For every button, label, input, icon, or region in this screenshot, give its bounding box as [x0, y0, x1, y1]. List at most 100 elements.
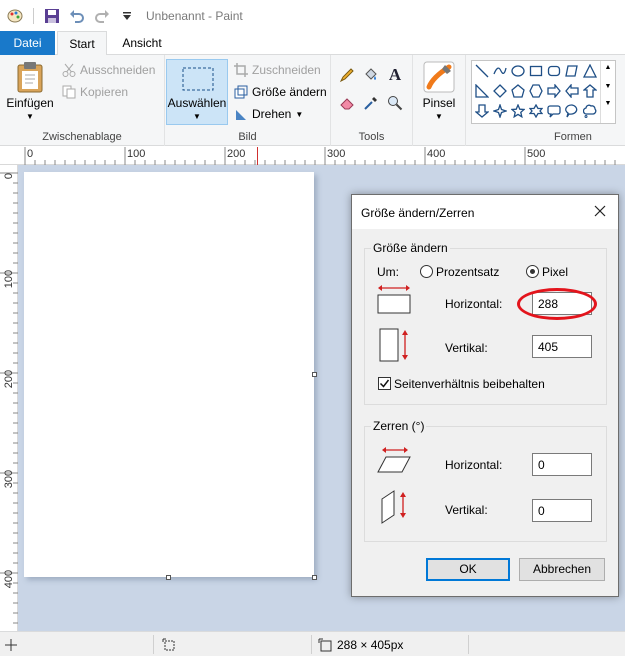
crop-button[interactable]: Zuschneiden	[234, 63, 321, 77]
paint-app-icon[interactable]	[6, 7, 24, 25]
rounded-callout-shape-icon[interactable]	[545, 102, 563, 120]
arrow-right-shape-icon[interactable]	[545, 82, 563, 100]
brush-icon	[423, 61, 455, 93]
rotate-button[interactable]: Drehen ▼	[234, 107, 303, 121]
horizontal-resize-icon	[377, 285, 411, 314]
clipboard-group-label: Zwischenablage	[42, 131, 122, 143]
ruler-vertical-ticks	[0, 172, 18, 624]
quick-access-toolbar	[0, 7, 136, 25]
horizontal-skew-icon	[377, 447, 411, 473]
text-tool-icon[interactable]: A	[385, 65, 405, 85]
arrow-left-shape-icon[interactable]	[563, 82, 581, 100]
select-button[interactable]: Auswählen ▼	[166, 59, 228, 125]
diamond-shape-icon[interactable]	[491, 82, 509, 100]
ruler-label: 0	[3, 172, 15, 180]
tab-datei[interactable]: Datei	[0, 31, 55, 55]
window-title: Unbenannt - Paint	[146, 8, 243, 23]
resize-button[interactable]: Größe ändern	[234, 85, 327, 99]
brushes-label: Pinsel	[422, 96, 456, 110]
line-shape-icon[interactable]	[473, 62, 491, 80]
four-point-star-shape-icon[interactable]	[491, 102, 509, 120]
arrow-up-shape-icon[interactable]	[581, 82, 599, 100]
pentagon-shape-icon[interactable]	[509, 82, 527, 100]
selection-size-icon	[162, 638, 175, 650]
image-size-text: 288 × 405px	[337, 637, 404, 652]
radio-pixel[interactable]	[526, 265, 539, 278]
select-dropdown-icon[interactable]: ▼	[167, 112, 227, 121]
cancel-button[interactable]: Abbrechen	[519, 558, 605, 581]
vertical-resize-icon	[379, 328, 408, 362]
copy-button[interactable]: Kopieren	[62, 85, 128, 99]
color-picker-icon[interactable]	[361, 93, 381, 113]
rectangle-shape-icon[interactable]	[527, 62, 545, 80]
resize-label: Größe ändern	[252, 85, 327, 99]
scissors-icon	[62, 63, 76, 77]
redo-icon[interactable]	[93, 7, 111, 25]
resize-handle-right[interactable]	[312, 372, 317, 377]
resize-legend: Größe ändern	[371, 241, 450, 255]
title-bar: Unbenannt - Paint	[0, 0, 625, 31]
hexagon-shape-icon[interactable]	[527, 82, 545, 100]
fill-bucket-icon[interactable]	[361, 65, 381, 85]
highlight-annotation	[517, 288, 597, 320]
polygon-shape-icon[interactable]	[563, 62, 581, 80]
resize-horizontal-label: Horizontal:	[445, 297, 503, 311]
resize-handle-corner[interactable]	[312, 575, 317, 580]
image-size: 288 × 405px	[318, 632, 403, 657]
ribbon-tabs: Datei Start Ansicht	[0, 31, 625, 56]
ok-button[interactable]: OK	[426, 558, 510, 581]
right-triangle-shape-icon[interactable]	[473, 82, 491, 100]
ruler-label: 500	[527, 148, 546, 160]
dialog-title-bar: Größe ändern/Zerren	[352, 195, 618, 229]
cursor-position	[5, 632, 17, 657]
customize-toolbar-icon[interactable]	[118, 7, 136, 25]
shapes-scrollbar[interactable]: ▲ ▼ ▼	[600, 61, 615, 123]
resize-icon	[234, 85, 248, 99]
resize-vertical-input[interactable]	[532, 335, 592, 358]
copy-label: Kopieren	[80, 85, 129, 99]
oval-shape-icon[interactable]	[509, 62, 527, 80]
rounded-rectangle-shape-icon[interactable]	[545, 62, 563, 80]
skew-horizontal-input[interactable]	[532, 453, 592, 476]
skew-legend: Zerren (°)	[371, 419, 427, 433]
rotate-label: Drehen	[252, 107, 292, 121]
paste-button[interactable]: Einfügen ▼	[4, 61, 56, 121]
image-size-icon	[318, 638, 332, 651]
brushes-button[interactable]: Pinsel ▼	[416, 61, 462, 121]
ruler-label: 200	[227, 148, 246, 160]
eraser-icon[interactable]	[337, 93, 357, 113]
ruler-label: 0	[27, 148, 34, 160]
brushes-dropdown-icon[interactable]: ▼	[416, 112, 462, 121]
five-point-star-shape-icon[interactable]	[509, 102, 527, 120]
keep-ratio-checkbox[interactable]	[378, 377, 391, 390]
curve-shape-icon[interactable]	[491, 62, 509, 80]
cloud-callout-shape-icon[interactable]	[581, 102, 599, 120]
close-icon[interactable]	[592, 203, 608, 219]
save-icon[interactable]	[43, 7, 61, 25]
paste-dropdown-icon[interactable]: ▼	[4, 112, 56, 121]
rotate-dropdown-icon[interactable]: ▼	[295, 110, 303, 119]
pencil-icon[interactable]	[337, 65, 357, 85]
six-point-star-shape-icon[interactable]	[527, 102, 545, 120]
magnifier-icon[interactable]	[385, 93, 405, 113]
drawing-canvas[interactable]	[24, 172, 314, 577]
tab-start[interactable]: Start	[57, 31, 107, 56]
tab-ansicht[interactable]: Ansicht	[112, 31, 172, 55]
shapes-gallery: ▲ ▼ ▼	[471, 60, 616, 124]
skew-vertical-input[interactable]	[532, 499, 592, 522]
ruler-vertical: 0 100 200 300 400	[0, 165, 18, 631]
oval-callout-shape-icon[interactable]	[563, 102, 581, 120]
radio-pixel-label: Pixel	[542, 265, 569, 279]
dialog-title: Größe ändern/Zerren	[361, 206, 475, 220]
keep-ratio-label: Seitenverhältnis beibehalten	[394, 377, 545, 391]
clipboard-icon	[17, 62, 43, 93]
tools-group-label: Tools	[358, 131, 385, 143]
triangle-shape-icon[interactable]	[581, 62, 599, 80]
vertical-skew-icon	[381, 490, 406, 524]
cut-button[interactable]: Ausschneiden	[62, 63, 155, 77]
ruler-label: 100	[127, 148, 146, 160]
arrow-down-shape-icon[interactable]	[473, 102, 491, 120]
radio-percent[interactable]	[420, 265, 433, 278]
undo-icon[interactable]	[68, 7, 86, 25]
resize-handle-bottom[interactable]	[166, 575, 171, 580]
